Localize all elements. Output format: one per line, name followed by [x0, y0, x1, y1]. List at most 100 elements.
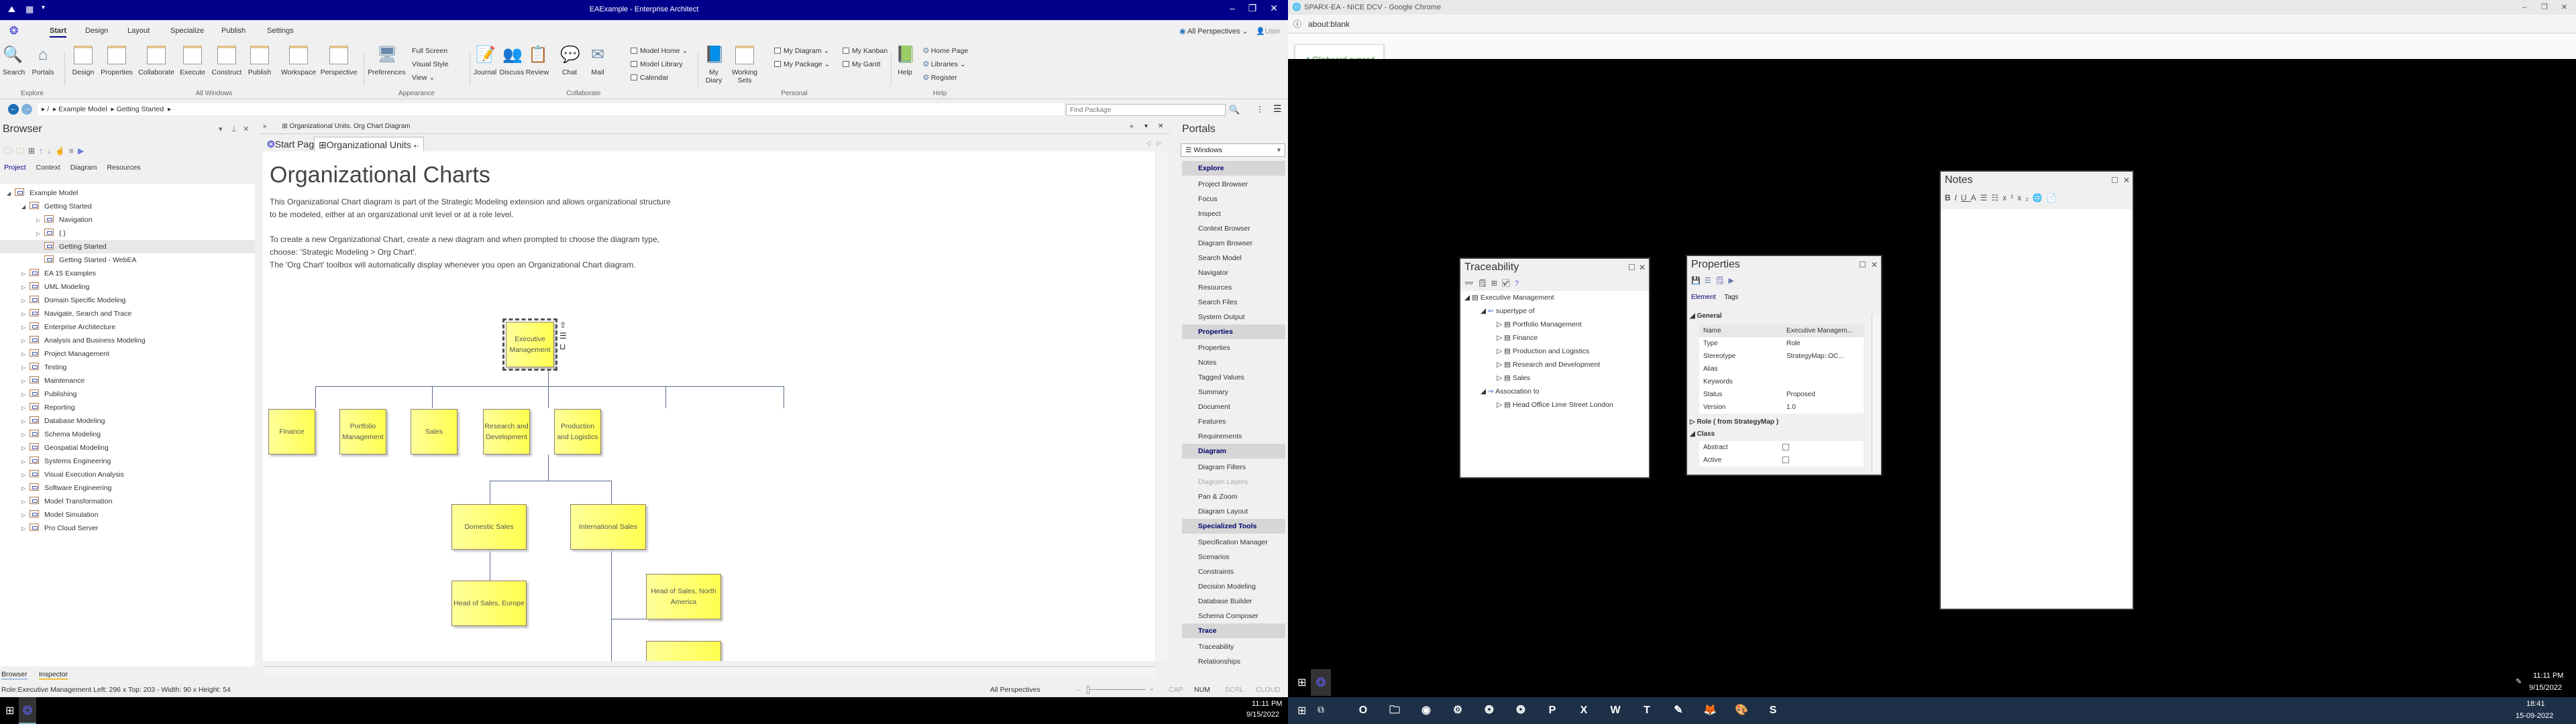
node-partial[interactable] — [646, 641, 721, 661]
visual-style-button[interactable]: Visual Style — [412, 60, 449, 68]
my-kanban-button[interactable]: My Kanban — [843, 47, 888, 55]
expand-toggle-icon[interactable]: ▷ — [21, 361, 30, 375]
my-diagram-button[interactable]: My Diagram ⌄ — [774, 47, 829, 55]
tab-specialize[interactable]: Specialize — [170, 27, 204, 35]
minimize-button[interactable]: – — [1222, 3, 1242, 13]
portal-section[interactable]: Trace — [1182, 623, 1285, 638]
zoom-out-button[interactable]: – — [1076, 682, 1080, 697]
firefox-taskbar-icon[interactable]: 🦊 — [1701, 701, 1719, 720]
info-icon[interactable]: ⓘ — [1293, 15, 1301, 34]
expand-toggle-icon[interactable]: ▷ — [21, 442, 30, 455]
portal-item[interactable]: Search Files — [1198, 295, 1237, 310]
url-text[interactable]: about:blank — [1308, 19, 1350, 29]
task-view-icon[interactable]: ⧉ — [1318, 704, 1324, 715]
hyperlink-icon[interactable]: 🌐 — [2033, 193, 2047, 202]
element-menu-icon[interactable]: ☰ — [559, 331, 567, 341]
properties-icon[interactable]: 🗒 — [1478, 280, 1491, 288]
outlook-taskbar-icon[interactable]: O — [1354, 701, 1373, 720]
windows-start-icon[interactable]: ⊞ — [1297, 676, 1306, 689]
subscript-icon[interactable]: x₂ — [2017, 193, 2033, 202]
portal-item[interactable]: Scenarios — [1198, 550, 1230, 564]
expand-toggle-icon[interactable]: ▷ — [21, 455, 30, 469]
expand-toggle-icon[interactable]: ▷ — [21, 294, 30, 308]
libraries-link[interactable]: ❂ Libraries ⌄ — [923, 60, 966, 68]
windows-start-icon[interactable]: ⊞ — [1297, 704, 1306, 717]
perspective-button[interactable]: Perspective — [318, 44, 360, 76]
tree-item[interactable]: ▷ Navigation — [0, 213, 255, 227]
expand-toggle-icon[interactable]: ▷ — [21, 308, 30, 321]
close-icon[interactable]: ✕ — [2123, 176, 2130, 185]
portals-button[interactable]: ⌂ Portals — [31, 44, 55, 76]
portal-item[interactable]: Notes — [1198, 355, 1216, 370]
expand-toggle-icon[interactable]: ◢ — [7, 187, 15, 200]
tree-item[interactable]: ▷ Project Management — [0, 347, 255, 361]
maximize-icon[interactable]: ☐ — [2111, 176, 2118, 185]
address-bar[interactable]: ⓘ about:blank — [1288, 15, 2576, 34]
notes-editor[interactable] — [1941, 209, 2133, 609]
chrome-taskbar-icon[interactable]: ◉ — [1417, 701, 1436, 720]
collapse-icon[interactable]: « — [1130, 119, 1134, 134]
windows-start-icon[interactable]: ⊞ — [5, 704, 14, 717]
tab-organizational-units[interactable]: ⊞Organizational Units ⇠ — [314, 137, 425, 152]
word-taskbar-icon[interactable]: W — [1606, 701, 1625, 720]
property-row[interactable]: Name Executive Managem... — [1699, 324, 1864, 337]
property-row[interactable]: Type Role — [1699, 337, 1864, 350]
tab-start[interactable]: Start — [50, 27, 67, 38]
register-link[interactable]: ❂ Register — [923, 74, 957, 82]
portal-item[interactable]: Pan & Zoom — [1198, 489, 1237, 504]
list-menu-icon[interactable]: ≡ — [69, 146, 78, 156]
portal-item[interactable]: Tagged Values — [1198, 370, 1244, 385]
glasses-icon[interactable]: 👓 — [1464, 280, 1478, 288]
portal-item[interactable]: Properties — [1198, 341, 1230, 355]
portal-item[interactable]: Diagram Filters — [1198, 460, 1246, 475]
tree-item[interactable]: ▷ Schema Modeling — [0, 428, 255, 441]
portal-item[interactable]: System Output — [1198, 310, 1244, 324]
tab-settings[interactable]: Settings — [267, 27, 294, 35]
portal-item[interactable]: Decision Modeling — [1198, 579, 1256, 594]
close-icon[interactable]: ✕ — [1871, 260, 1878, 269]
node-executive-management[interactable]: Executive Management — [502, 318, 557, 371]
save-icon[interactable]: 💾 — [1691, 277, 1705, 285]
tab-design[interactable]: Design — [85, 27, 108, 35]
chrome-close-button[interactable]: ✕ — [2561, 0, 2567, 15]
portal-section[interactable]: Explore — [1182, 161, 1285, 176]
expand-toggle-icon[interactable]: ▷ — [21, 495, 30, 509]
ea-taskbar-icon[interactable]: ❂ — [19, 697, 36, 724]
italic-icon[interactable]: I — [1955, 193, 1961, 202]
view-button[interactable]: View ⌄ — [412, 74, 435, 82]
tab-scroll-left-icon[interactable]: ◁ — [1146, 139, 1150, 147]
maximize-icon[interactable]: ☐ — [1628, 263, 1635, 272]
trace-root[interactable]: ◢ ▤ Executive Management — [1464, 294, 1554, 302]
tree-item[interactable]: ▷ Enterprise Architecture — [0, 320, 255, 334]
portal-section[interactable]: Properties — [1182, 324, 1285, 339]
portal-item[interactable]: Diagram Layers — [1198, 475, 1248, 489]
tab-scroll-right-icon[interactable]: ▷ — [1157, 139, 1161, 147]
expand-toggle-icon[interactable]: ▷ — [21, 335, 30, 348]
calendar-button[interactable]: Calendar — [631, 74, 669, 82]
portal-item[interactable]: Requirements — [1198, 429, 1242, 444]
expand-toggle-icon[interactable]: ▷ — [36, 227, 44, 241]
tree-item[interactable]: ▷ Visual Execution Analysis — [0, 468, 255, 481]
tree-item[interactable]: ▷ Publishing — [0, 387, 255, 401]
chat-button[interactable]: 💬 Chat — [557, 44, 582, 76]
node-head-sales-europe[interactable]: Head of Sales, Europe — [451, 581, 527, 626]
trace-item[interactable]: ▷ ▤ Portfolio Management — [1497, 320, 1582, 328]
portal-item[interactable]: Search Model — [1198, 251, 1242, 265]
portal-item[interactable]: Project Browser — [1198, 177, 1248, 192]
expand-toggle-icon[interactable]: ▷ — [21, 402, 30, 415]
find-icon[interactable]: 🔍 — [1229, 105, 1240, 115]
pin-icon[interactable]: ⊥ — [231, 125, 237, 133]
tree-item[interactable]: ▷ Navigate, Search and Trace — [0, 307, 255, 320]
tree-item[interactable]: ▷ Software Engineering — [0, 481, 255, 495]
tree-item[interactable]: ▷ Reporting — [0, 401, 255, 414]
trace-group-supertype[interactable]: ◢ ⇐ supertype of — [1481, 307, 1535, 315]
menu-icon[interactable]: ☰ — [1273, 103, 1282, 115]
portal-item[interactable]: Focus — [1198, 192, 1218, 206]
portal-item[interactable]: Constraints — [1198, 564, 1234, 579]
diagram-icon[interactable]: ⊞ — [1491, 280, 1501, 288]
checklist-icon[interactable]: ☑ — [1501, 280, 1515, 288]
tree-item[interactable]: ▷ Model Simulation — [0, 508, 255, 522]
breadcrumb-example-model[interactable]: Example Model — [58, 105, 107, 113]
expand-toggle-icon[interactable]: ◢ — [21, 200, 30, 214]
discuss-button[interactable]: 👥 Discuss — [499, 44, 525, 76]
